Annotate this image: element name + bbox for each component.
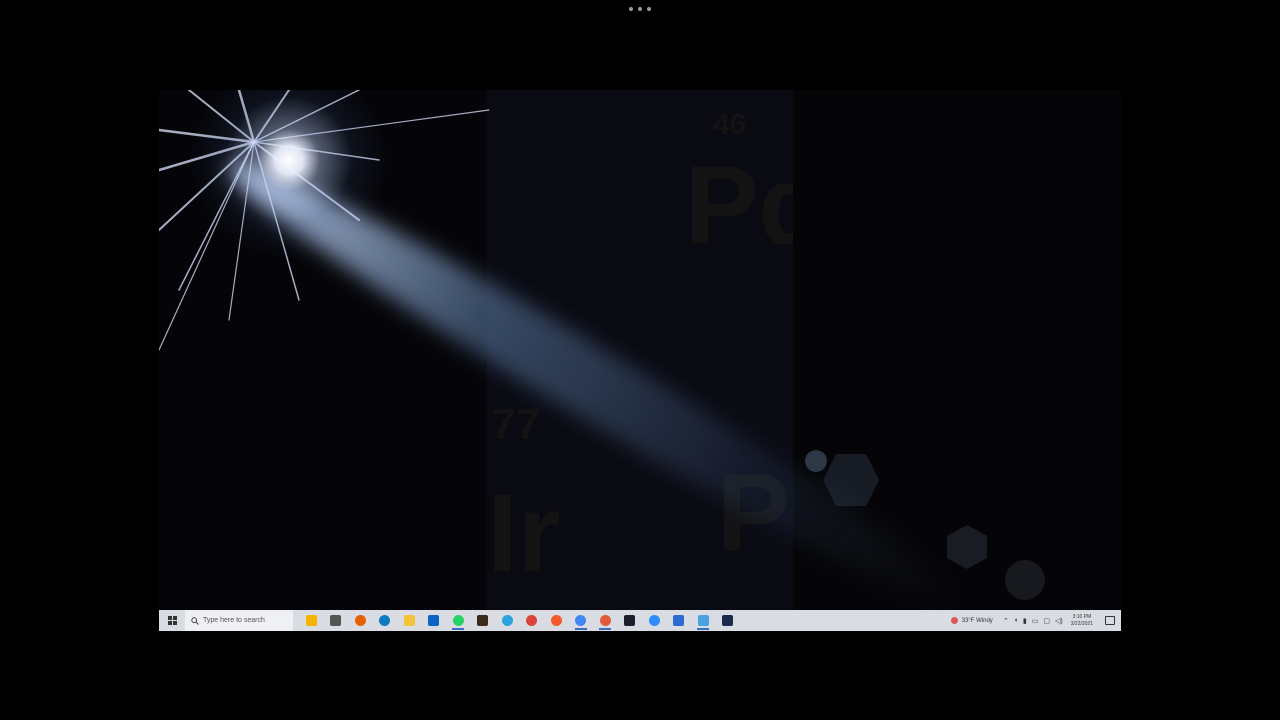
- weather-icon: [950, 617, 958, 624]
- taskbar-app-button[interactable]: [446, 610, 471, 631]
- notification-icon: [1105, 616, 1115, 625]
- task-view-icon: [330, 615, 342, 626]
- weather-text: 33°F Windy: [961, 617, 993, 624]
- desktop-screen: 46 Pd 77 Ir P: [159, 90, 1121, 631]
- taskbar-app-button[interactable]: [642, 610, 667, 631]
- outlook-icon: [428, 615, 440, 626]
- search-placeholder: Type here to search: [203, 617, 265, 624]
- network-icon[interactable]: ◖: [1014, 617, 1018, 624]
- weather-widget[interactable]: 33°F Windy: [950, 617, 993, 624]
- taskbar-app-button[interactable]: [397, 610, 422, 631]
- system-tray: 33°F Windy ⌃ ◖ ▮ ▭ ▢ ◁) 3:10 PM 3/22/202…: [950, 610, 1121, 631]
- taskbar-app-button[interactable]: [299, 610, 324, 631]
- taskbar-app-button[interactable]: [691, 610, 716, 631]
- taskbar-app-button[interactable]: [667, 610, 692, 631]
- taskbar-app-button[interactable]: [569, 610, 594, 631]
- firefox-icon: [354, 615, 366, 626]
- chrome-alt-icon: [599, 615, 611, 626]
- taskbar-app-button[interactable]: [495, 610, 520, 631]
- ghost-text: 46: [713, 108, 747, 141]
- terminal-icon: [624, 615, 636, 626]
- clock-time: 3:10 PM: [1072, 613, 1092, 620]
- display-icon[interactable]: ▢: [1043, 617, 1050, 625]
- chevron-up-icon[interactable]: ⌃: [1003, 617, 1009, 625]
- taskbar-apps: [299, 610, 740, 631]
- taskbar-app-button[interactable]: [716, 610, 741, 631]
- whatsapp-icon: [452, 615, 464, 626]
- taskbar-app-button[interactable]: [422, 610, 447, 631]
- start-button[interactable]: [159, 610, 185, 631]
- taskbar-app-button[interactable]: [348, 610, 373, 631]
- tray-icons: ⌃ ◖ ▮ ▭ ▢ ◁): [1003, 617, 1063, 625]
- edge-icon: [379, 615, 391, 626]
- taskbar-app-button[interactable]: [324, 610, 349, 631]
- taskbar-app-button[interactable]: [544, 610, 569, 631]
- taskbar: Type here to search 33°F Windy ⌃ ◖ ▮ ▭ ▢…: [159, 610, 1121, 631]
- cortana-icon: [305, 615, 317, 626]
- volume-icon[interactable]: ◁): [1055, 617, 1063, 625]
- taskbar-app-button[interactable]: [373, 610, 398, 631]
- chrome-icon: [526, 615, 538, 626]
- windows-logo-icon: [167, 616, 177, 625]
- microphone-icon[interactable]: ▮: [1023, 617, 1027, 625]
- taskbar-app-button[interactable]: [520, 610, 545, 631]
- file-explorer-icon: [403, 615, 415, 626]
- search-box[interactable]: Type here to search: [185, 610, 293, 631]
- telegram-icon: [501, 615, 513, 626]
- powershell-icon: [722, 615, 734, 626]
- taskbar-app-button[interactable]: [593, 610, 618, 631]
- remote-desktop-icon: [697, 615, 709, 626]
- chrome-profile-icon: [575, 615, 587, 626]
- bokeh-hexagon: [823, 454, 879, 506]
- photos-icon: [673, 615, 685, 626]
- more-dots-icon[interactable]: [629, 4, 651, 14]
- brave-icon: [550, 615, 562, 626]
- bokeh-hexagon: [947, 525, 987, 569]
- taskbar-app-button[interactable]: [618, 610, 643, 631]
- zoom-icon: [648, 615, 660, 626]
- taskbar-app-button[interactable]: [471, 610, 496, 631]
- ghost-text: Ir: [487, 472, 561, 595]
- search-icon: [191, 616, 199, 625]
- bokeh-circle: [1005, 560, 1045, 600]
- clock-date: 3/22/2021: [1070, 620, 1093, 627]
- clock[interactable]: 3:10 PM 3/22/2021: [1071, 614, 1093, 628]
- notification-button[interactable]: [1103, 610, 1117, 631]
- calculator-icon: [477, 615, 489, 626]
- ghost-text: 77: [491, 400, 540, 449]
- battery-icon[interactable]: ▭: [1032, 617, 1039, 625]
